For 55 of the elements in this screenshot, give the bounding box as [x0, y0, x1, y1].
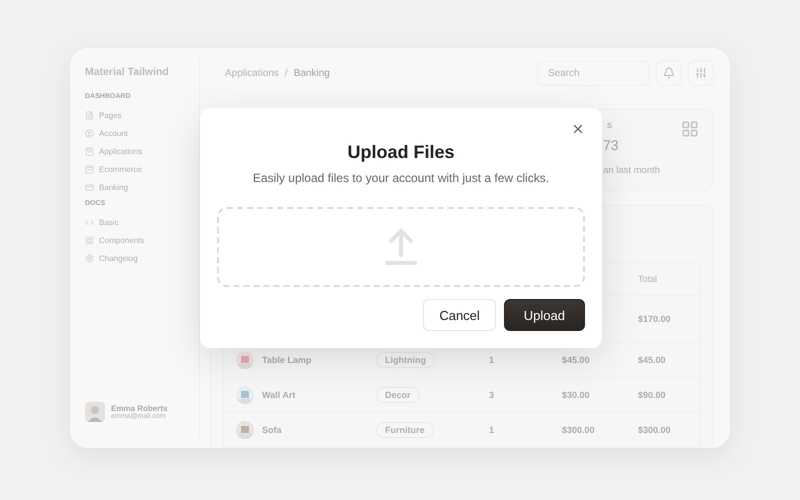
settings-icon	[695, 67, 707, 79]
grid-icon	[85, 236, 94, 244]
sidebar-item[interactable]: Components	[85, 231, 189, 249]
category-tag: Lightning	[376, 352, 435, 368]
settings-button[interactable]	[688, 60, 714, 86]
table-cell-text: $30.00	[562, 390, 591, 400]
drop-zone[interactable]	[217, 207, 585, 287]
search-field[interactable]: Search	[537, 60, 650, 86]
user-name: Emma Roberts	[111, 404, 168, 413]
table-cell-text: 3	[489, 390, 496, 400]
gear-icon	[85, 254, 94, 262]
table-cell-text: $45.00	[638, 355, 667, 365]
brand-name: Material Tailwind	[85, 66, 170, 78]
stat-value: 73	[603, 137, 620, 153]
dialog-title: Upload Files	[347, 142, 454, 163]
bag-icon	[85, 146, 94, 156]
file-icon	[85, 110, 94, 120]
sidebar-item[interactable]: Basic	[85, 213, 189, 231]
breadcrumb-separator: /	[284, 68, 288, 78]
user-icon	[85, 128, 94, 138]
card-icon	[85, 182, 94, 192]
sidebar-item[interactable]: Banking	[85, 178, 189, 196]
category-tag: Decor	[376, 387, 420, 403]
table-cell-text: $300.00	[562, 425, 596, 435]
table-cell: Wall Art	[262, 390, 296, 400]
sidebar-item[interactable]: Pages	[85, 106, 189, 124]
table-cell-text: $45.00	[562, 355, 591, 365]
category-tag: Furniture	[376, 422, 434, 438]
stat-label: s	[607, 120, 613, 131]
breadcrumb-link[interactable]: Applications	[225, 68, 279, 78]
cancel-button[interactable]: Cancel	[423, 299, 496, 331]
bell-icon	[663, 67, 675, 79]
table-cell: Sofa	[262, 425, 282, 435]
upload-button[interactable]: Upload	[504, 299, 585, 331]
sidebar-item[interactable]: Ecommerce	[85, 160, 189, 178]
stat-note: an last month	[603, 165, 660, 176]
bag-icon	[85, 164, 94, 174]
table-cell-text: $300.00	[638, 425, 672, 435]
table-cell-text: 1	[489, 355, 496, 365]
code-icon	[85, 218, 94, 226]
table-cell-text: $90.00	[638, 390, 667, 400]
column-header: Total	[638, 274, 658, 284]
dialog-subtitle: Easily upload files to your account with just a few clicks.	[252, 171, 550, 185]
grid-icon	[681, 120, 699, 138]
sidebar-item[interactable]: Account	[85, 124, 189, 142]
breadcrumb-link[interactable]: Banking	[294, 68, 330, 78]
close-icon	[571, 122, 585, 136]
close-button[interactable]	[571, 122, 585, 136]
sidebar-item[interactable]: Applications	[85, 142, 189, 160]
sidebar-item[interactable]: Changelog	[85, 249, 189, 267]
table-cell: Table Lamp	[262, 355, 312, 365]
upload-icon	[384, 227, 418, 267]
table-cell-text: $170.00	[638, 314, 672, 324]
table-cell-text: 1	[489, 425, 496, 435]
bell-button[interactable]	[656, 60, 682, 86]
